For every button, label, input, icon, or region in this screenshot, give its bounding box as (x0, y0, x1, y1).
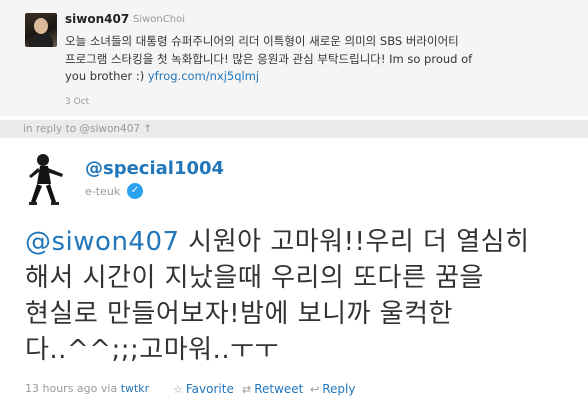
quoted-tweet: siwon407 SiwonChoi 오늘 소녀들의 대통령 슈퍼주니어의 리더… (0, 0, 588, 116)
quoted-text-line: you brother :) yfrog.com/nxj5qlmj (65, 68, 565, 86)
tweet-text-line: 다..^^;;;고마워..ㅜㅜ (25, 335, 279, 365)
tweet-text-line: 현실로 만들어보자!밤에 보니까 울컥한 (25, 299, 453, 329)
tweet-text-segment: 시원아 고마워!!우리 더 열심히 (179, 227, 530, 257)
tweet-timestamp[interactable]: 13 hours ago (25, 382, 97, 395)
quoted-real-name: SiwonChoi (133, 14, 185, 25)
retweet-icon: ⇄ (242, 383, 252, 396)
verified-check-icon: ✓ (127, 183, 143, 199)
via-label: via (100, 382, 118, 395)
quoted-link[interactable]: yfrog.com/nxj5qlmj (148, 69, 259, 83)
in-reply-to-bar: in reply to @siwon407 ↑ (0, 120, 588, 138)
quoted-screen-name[interactable]: siwon407 (65, 12, 129, 26)
in-reply-to-link[interactable]: in reply to @siwon407 ↑ (23, 120, 152, 138)
avatar[interactable] (23, 150, 71, 210)
quoted-text-line: 프로그램 스타킹을 첫 녹화합니다! 많은 응원과 관심 부탁드립니다! Im … (65, 51, 473, 66)
mention-link[interactable]: @siwon407 (25, 227, 180, 257)
reply-button[interactable]: ↩ Reply (310, 382, 355, 396)
tweet-meta: 13 hours ago via twtkr (25, 382, 149, 395)
star-icon: ☆ (173, 383, 183, 396)
tweet-real-name: e-teuk (85, 185, 121, 198)
tweet-text: @siwon407 시원아 고마워!!우리 더 열심히 해서 시간이 지났을때 … (25, 224, 555, 368)
quoted-avatar[interactable] (25, 13, 57, 47)
reply-label: Reply (322, 382, 356, 396)
retweet-label: Retweet (254, 382, 304, 396)
favorite-button[interactable]: ☆ Favorite (173, 382, 234, 396)
via-app-link[interactable]: twtkr (121, 382, 150, 395)
avatar-image (23, 150, 71, 210)
tweet-screen-name[interactable]: @special1004 (85, 158, 224, 179)
quoted-text-line: 오늘 소녀들의 대통령 슈퍼주니어의 리더 이특형이 새로운 의미의 SBS 버… (65, 34, 459, 48)
quoted-text-prefix: you brother :) (65, 69, 148, 83)
quoted-tweet-text: 오늘 소녀들의 대통령 슈퍼주니어의 리더 이특형이 새로운 의미의 SBS 버… (65, 33, 565, 86)
favorite-label: Favorite (185, 382, 234, 396)
retweet-button[interactable]: ⇄ Retweet (242, 382, 303, 396)
quoted-timestamp[interactable]: 3 Oct (65, 97, 89, 107)
tweet-text-line: @siwon407 시원아 고마워!!우리 더 열심히 (25, 224, 555, 260)
reply-arrow-icon: ↩ (310, 383, 320, 396)
tweet-text-line: 해서 시간이 지났을때 우리의 또다른 꿈을 (25, 263, 484, 293)
